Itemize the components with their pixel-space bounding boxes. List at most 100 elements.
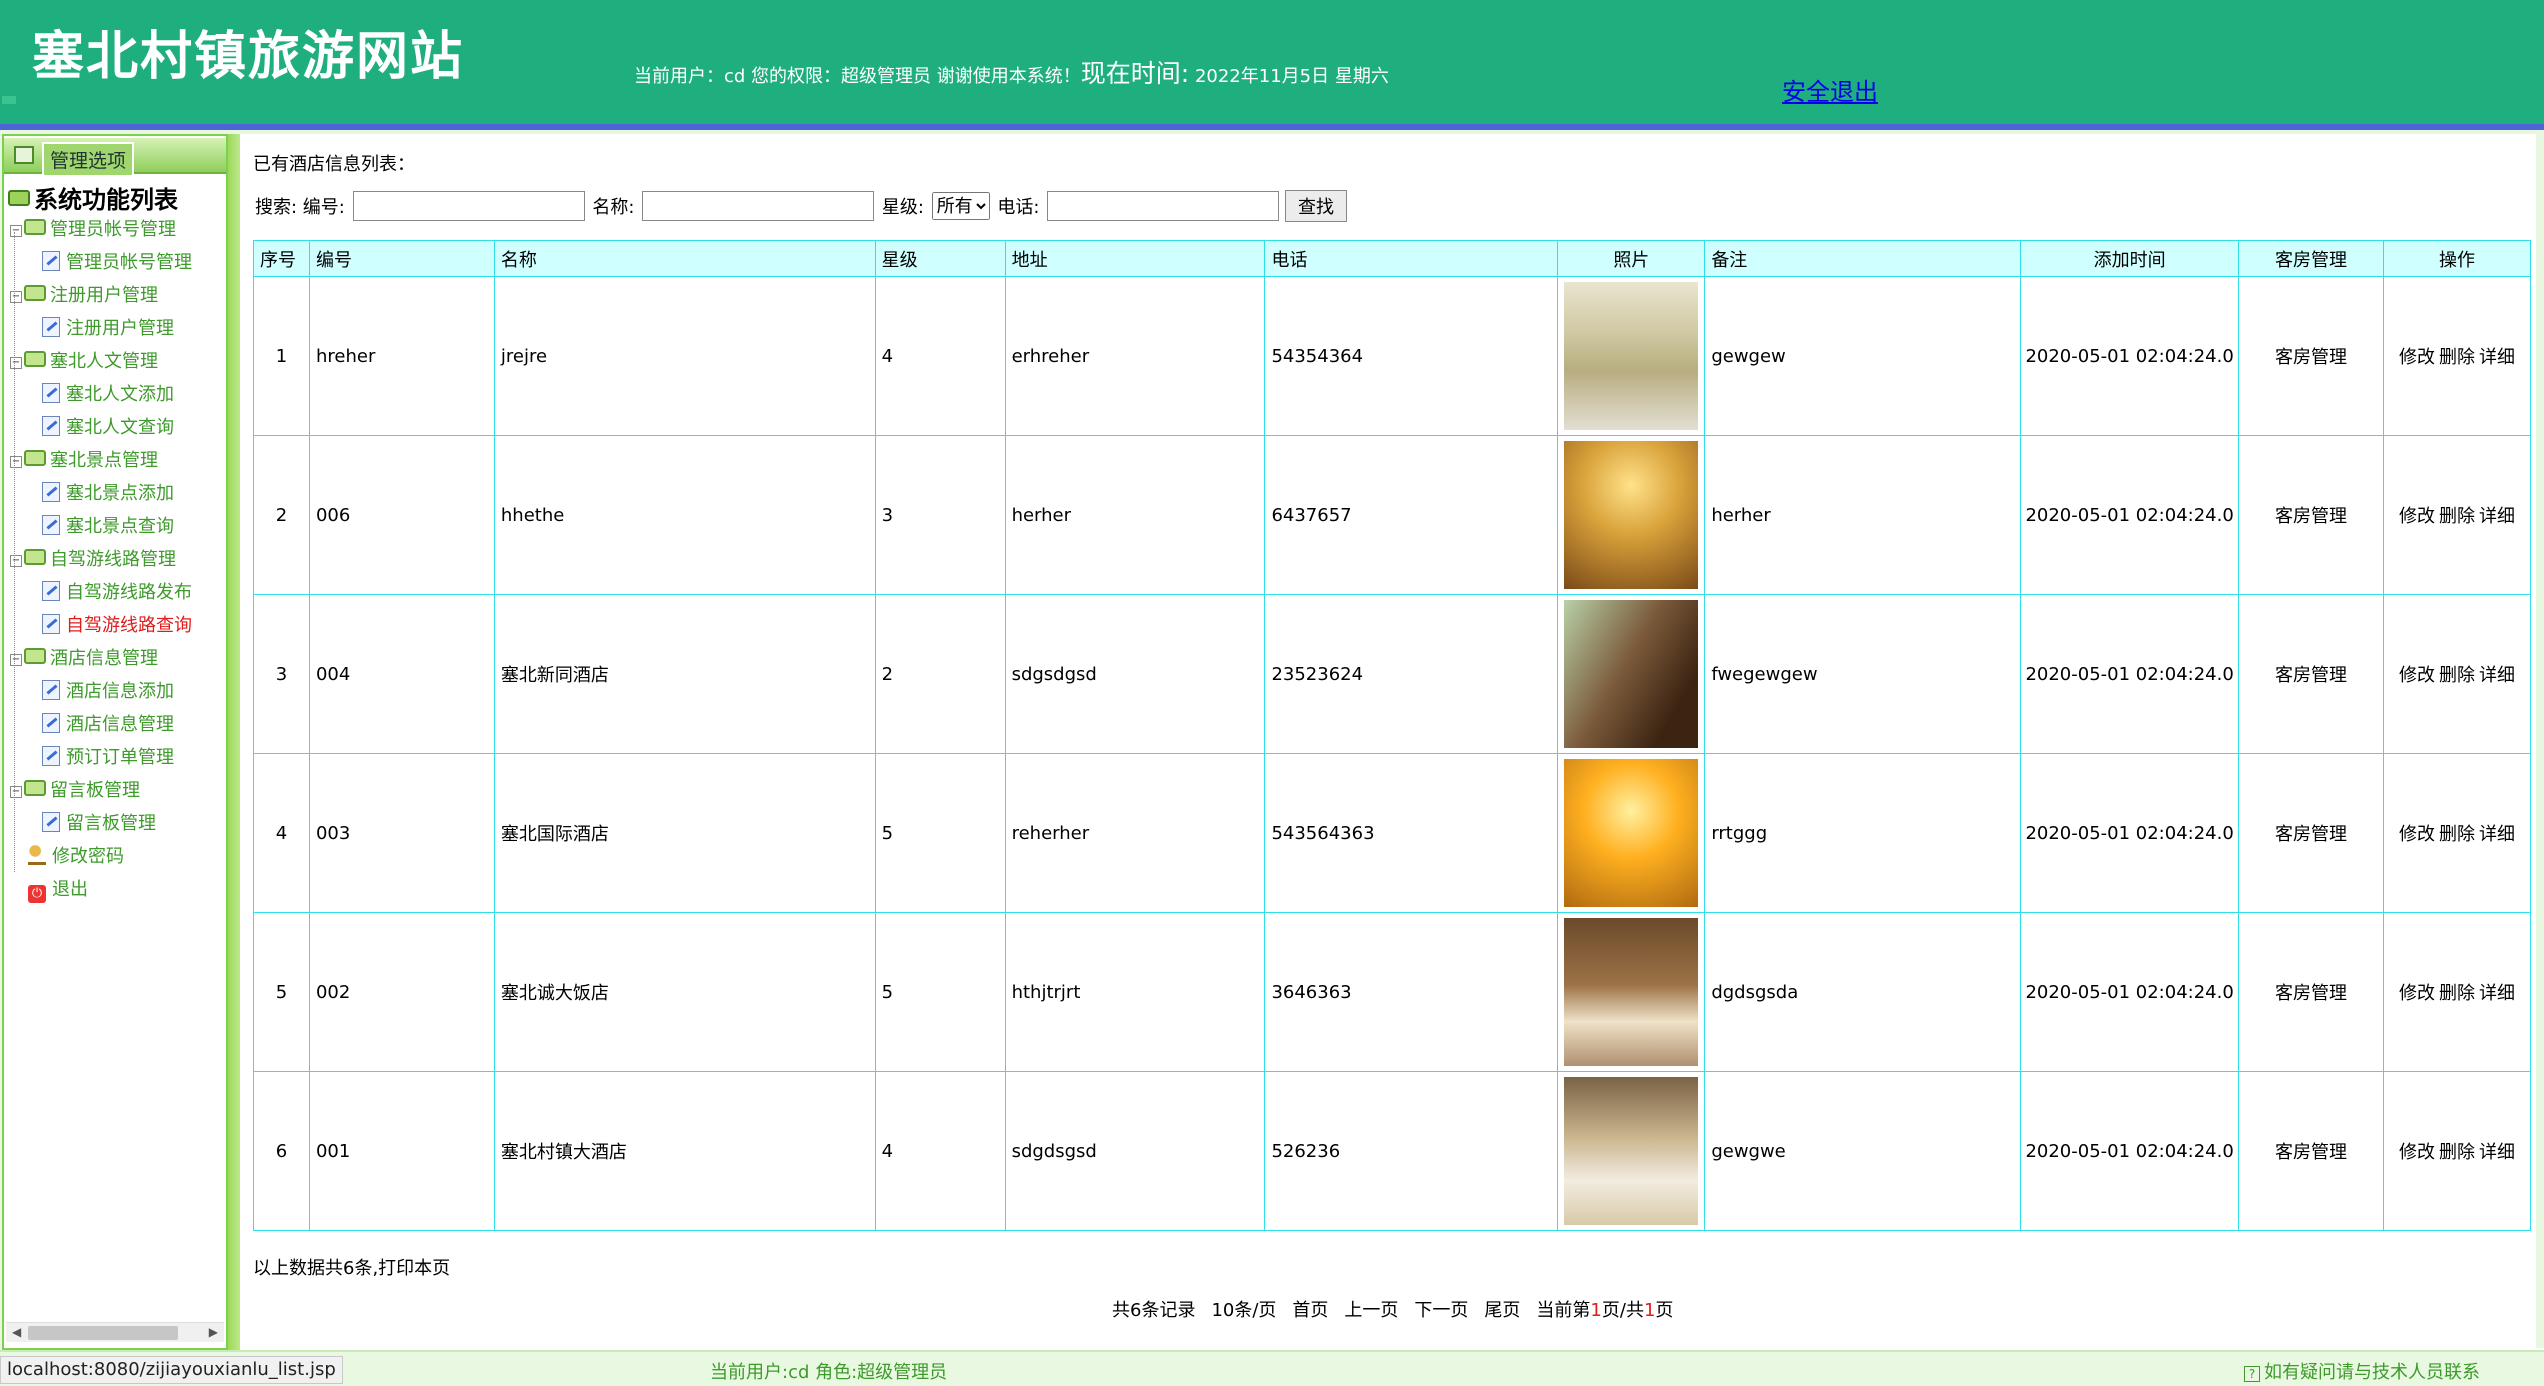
cell-no: 5 [253,912,310,1072]
scroll-left-icon[interactable]: ◀ [12,1325,21,1339]
cell-no: 4 [253,753,310,913]
tree-item-scenic-query[interactable]: 塞北景点查询 [42,512,174,538]
hotel-photo[interactable] [1564,918,1699,1066]
column-header: 地址 [1004,240,1266,277]
tree-group-admin-accounts[interactable]: − 管理员帐号管理 [10,215,176,241]
scrollbar-thumb[interactable] [28,1326,178,1340]
pager-prev[interactable]: 上一页 [1344,1300,1398,1321]
search-code-input[interactable] [352,191,585,221]
document-edit-icon [42,713,60,733]
delete-link[interactable]: 删除 [2439,824,2475,845]
cell-no: 1 [253,276,310,436]
edit-link[interactable]: 修改 [2399,1142,2435,1163]
logout-link[interactable]: 安全退出 [1782,72,1878,107]
room-manage-link[interactable]: 客房管理 [2238,912,2384,1072]
document-edit-icon [42,416,60,436]
hotel-photo[interactable] [1564,282,1699,430]
cell-operations: 修改 删除 详细 [2382,753,2532,913]
search-phone-input[interactable] [1047,191,1280,221]
delete-link[interactable]: 删除 [2439,506,2475,527]
record-summary[interactable]: 以上数据共6条,打印本页 [253,1254,450,1280]
list-title: 已有酒店信息列表： [253,154,415,175]
tree-item-routes-publish[interactable]: 自驾游线路发布 [42,578,192,604]
collapse-icon[interactable]: − [10,456,22,468]
pager-next[interactable]: 下一页 [1414,1300,1468,1321]
tree-group-hotels[interactable]: − 酒店信息管理 [10,644,158,670]
status-user-info: 当前用户:cd 角色:超级管理员 [710,1362,948,1383]
header-decoration [2,96,16,104]
hotel-photo[interactable] [1564,600,1699,748]
scroll-right-icon[interactable]: ▶ [209,1325,218,1339]
tree-group-culture[interactable]: − 塞北人文管理 [10,347,158,373]
hotel-photo[interactable] [1564,441,1699,589]
collapse-icon[interactable]: − [10,291,22,303]
room-manage-link[interactable]: 客房管理 [2238,1071,2384,1231]
table-row: 6 001 塞北村镇大酒店 4 sdgdsgsd 526236 gewgwe 2… [253,1071,2532,1231]
document-edit-icon [42,482,60,502]
hotel-photo[interactable] [1564,759,1699,907]
sidebar-horizontal-scrollbar[interactable]: ◀ ▶ [6,1322,224,1342]
room-manage-link[interactable]: 客房管理 [2238,435,2384,595]
collapse-icon[interactable]: − [10,555,22,567]
delete-link[interactable]: 删除 [2439,347,2475,368]
tree-item-exit[interactable]: ⏻ 退出 [28,875,88,903]
tree-group-messages[interactable]: − 留言板管理 [10,776,140,802]
pager-first[interactable]: 首页 [1292,1300,1328,1321]
cell-star: 2 [874,594,1006,754]
collapse-icon[interactable]: − [10,357,22,369]
tree-item-change-password[interactable]: 修改密码 [28,842,124,868]
tree-item-orders[interactable]: 预订订单管理 [42,743,174,769]
question-icon: ? [2244,1366,2260,1382]
cell-code: hreher [308,276,495,436]
cell-phone: 54354364 [1264,276,1559,436]
edit-link[interactable]: 修改 [2399,824,2435,845]
detail-link[interactable]: 详细 [2479,665,2515,686]
tree-item-admin-accounts[interactable]: 管理员帐号管理 [42,248,192,274]
tree-item-messages[interactable]: 留言板管理 [42,809,156,835]
cell-phone: 3646363 [1264,912,1559,1072]
detail-link[interactable]: 详细 [2479,824,2515,845]
detail-link[interactable]: 详细 [2479,506,2515,527]
tree-item-culture-add[interactable]: 塞北人文添加 [42,380,174,406]
room-manage-link[interactable]: 客房管理 [2238,753,2384,913]
cell-code: 004 [308,594,495,754]
edit-link[interactable]: 修改 [2399,983,2435,1004]
delete-link[interactable]: 删除 [2439,983,2475,1004]
detail-link[interactable]: 详细 [2479,1142,2515,1163]
collapse-icon[interactable]: − [10,654,22,666]
cell-photo [1557,276,1706,436]
tree-item-routes-query[interactable]: 自驾游线路查询 [42,611,192,637]
folder-icon [24,780,46,796]
cell-name: 塞北村镇大酒店 [493,1071,876,1231]
search-star-select[interactable]: 所有 [931,192,990,220]
delete-link[interactable]: 删除 [2439,1142,2475,1163]
tree-item-hotel-manage[interactable]: 酒店信息管理 [42,710,174,736]
detail-link[interactable]: 详细 [2479,983,2515,1004]
search-name-input[interactable] [642,191,875,221]
tree-item-culture-query[interactable]: 塞北人文查询 [42,413,174,439]
edit-link[interactable]: 修改 [2399,665,2435,686]
tree-group-scenic[interactable]: − 塞北景点管理 [10,446,158,472]
collapse-icon[interactable]: − [10,786,22,798]
edit-link[interactable]: 修改 [2399,506,2435,527]
hotel-photo[interactable] [1564,1077,1699,1225]
table-row: 3 004 塞北新同酒店 2 sdgsdgsd 23523624 fwegewg… [253,594,2532,754]
tree-item-scenic-add[interactable]: 塞北景点添加 [42,479,174,505]
tree-item-hotel-add[interactable]: 酒店信息添加 [42,677,174,703]
cell-no: 2 [253,435,310,595]
user-info-text: 当前用户：cd 您的权限：超级管理员 谢谢使用本系统！ [634,66,1081,87]
search-button[interactable]: 查找 [1284,190,1347,222]
tree-group-registered-users[interactable]: − 注册用户管理 [10,281,158,307]
delete-link[interactable]: 删除 [2439,665,2475,686]
pager-last[interactable]: 尾页 [1484,1300,1520,1321]
room-manage-link[interactable]: 客房管理 [2238,594,2384,754]
tree-item-registered-users[interactable]: 注册用户管理 [42,314,174,340]
room-manage-link[interactable]: 客房管理 [2238,276,2384,436]
detail-link[interactable]: 详细 [2479,347,2515,368]
collapse-icon[interactable]: − [10,225,22,237]
sidebar-header-label[interactable]: 管理选项 [42,142,135,177]
tree-group-routes[interactable]: − 自驾游线路管理 [10,545,176,571]
table-header-row: 序号 编号 名称 星级 地址 电话 照片 备注 添加时间 客房管理 操作 [253,240,2532,277]
status-bar [0,1350,2544,1386]
edit-link[interactable]: 修改 [2399,347,2435,368]
